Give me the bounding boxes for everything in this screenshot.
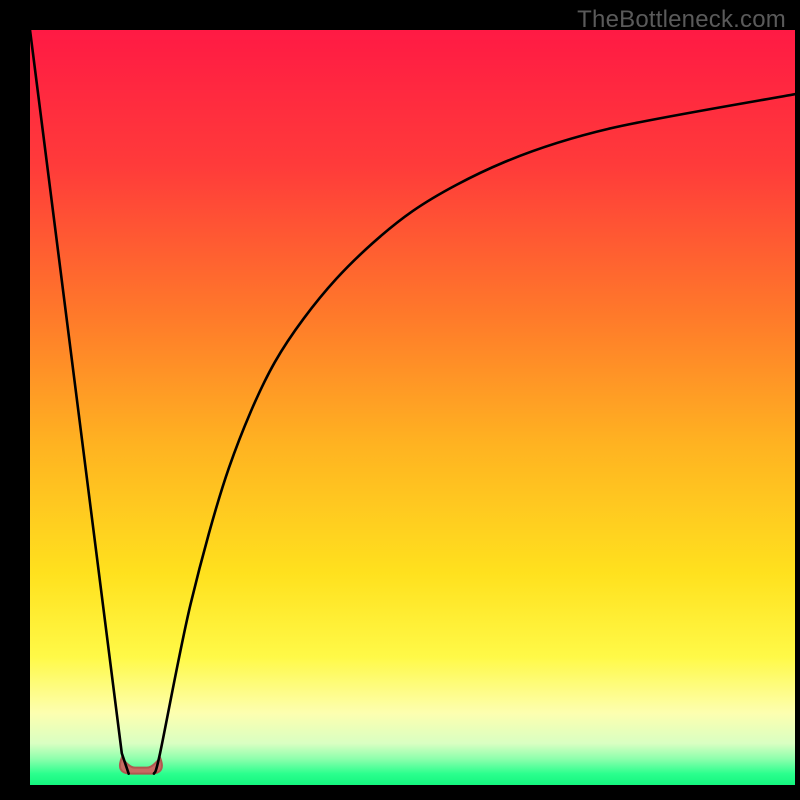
plot-svg <box>30 30 795 785</box>
chart-frame: TheBottleneck.com <box>0 0 800 800</box>
gradient-background <box>30 30 795 785</box>
plot-area <box>30 30 795 785</box>
